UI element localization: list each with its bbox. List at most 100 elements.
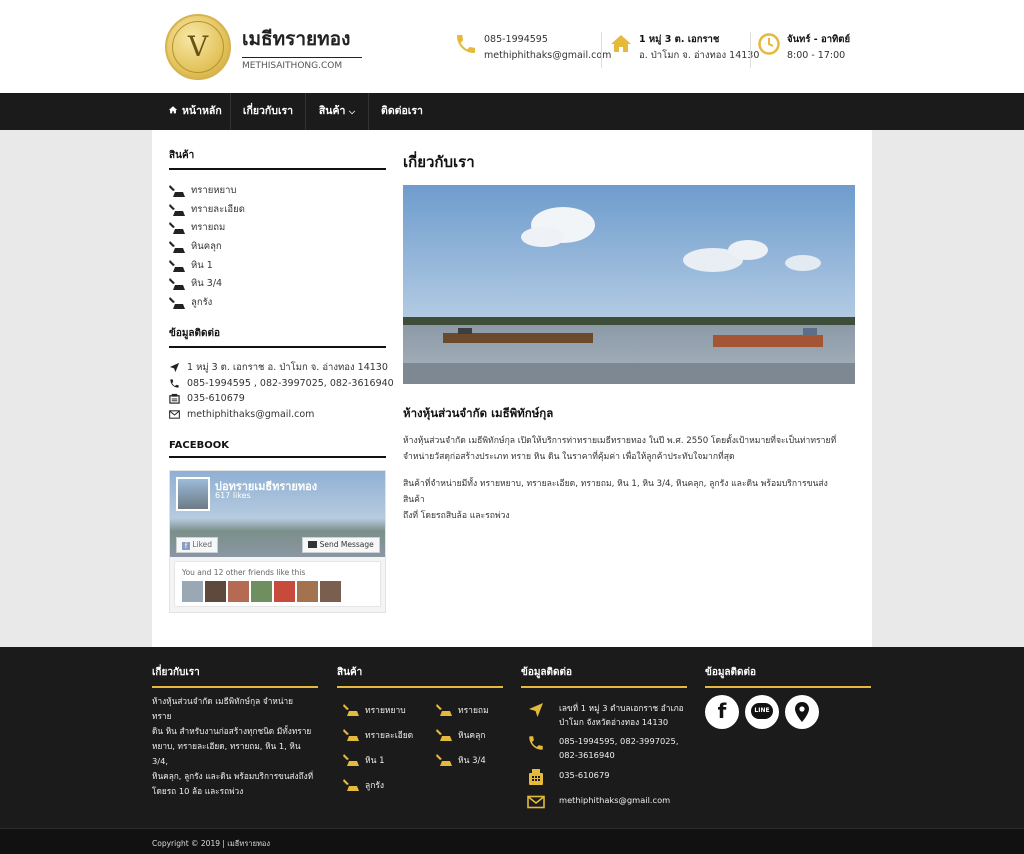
chevron-down-icon: ⌵ xyxy=(349,107,356,116)
footer-about-line: โดยรถ 10 ล้อ และรถพ่วง xyxy=(152,786,244,796)
clock-icon xyxy=(758,33,780,55)
map-pin-glyph xyxy=(795,702,809,722)
excavator-icon xyxy=(343,729,359,741)
nav-products[interactable]: สินค้า ⌵ xyxy=(306,93,368,130)
footer-product-link[interactable]: ทรายถม xyxy=(436,704,489,718)
about-paragraph-line: ห้างหุ้นส่วนจำกัด เมธีพิทักษ์กุล เปิดให้… xyxy=(403,436,837,446)
footer-contact-email[interactable]: methiphithaks@gmail.com xyxy=(527,793,697,809)
sidebar-product-label: ทรายหยาบ xyxy=(191,185,237,196)
main-content-area: สินค้า ทรายหยาบ ทรายละเอียด ทรายถม หินคล… xyxy=(152,130,872,647)
nav-about[interactable]: เกี่ยวกับเรา xyxy=(231,93,305,130)
footer-product-label: ทรายหยาบ xyxy=(365,706,406,716)
site-header: V เมธีทรายทอง METHISAITHONG.COM 085-1994… xyxy=(0,0,1024,93)
footer-product-link[interactable]: หินคลุก xyxy=(436,729,485,743)
site-title[interactable]: เมธีทรายทอง xyxy=(242,24,350,54)
excavator-icon xyxy=(169,241,185,254)
footer-product-label: หิน 1 xyxy=(365,756,385,766)
facebook-icon[interactable]: f xyxy=(705,695,739,729)
excavator-icon xyxy=(169,222,185,235)
sidebar-product-item[interactable]: ลูกรัง xyxy=(169,294,245,313)
nav-contact[interactable]: ติดต่อเรา xyxy=(369,93,435,130)
avatar[interactable] xyxy=(251,581,272,602)
footer-product-label: ลูกรัง xyxy=(365,781,385,791)
footer-contact-fax: 035-610679 xyxy=(527,768,697,785)
facebook-liked-button[interactable]: f Liked xyxy=(176,537,218,553)
sidebar-email-text: methiphithaks@gmail.com xyxy=(187,408,315,420)
nav-home-label: หน้าหลัก xyxy=(181,105,222,117)
facebook-send-message-button[interactable]: Send Message xyxy=(302,537,380,553)
footer-product-link[interactable]: ทรายหยาบ xyxy=(343,704,406,718)
excavator-icon xyxy=(169,297,185,310)
footer-contact-phone[interactable]: 085-1994595, 082-3997025, 082-3616940 xyxy=(527,734,697,762)
sidebar-product-item[interactable]: ทรายถม xyxy=(169,219,245,238)
envelope-icon xyxy=(169,409,180,419)
facebook-page-widget[interactable]: บ่อทรายเมธีทรายทอง 617 likes f Liked Sen… xyxy=(169,470,386,613)
footer-phone-line: 085-1994595, 082-3997025, xyxy=(559,736,679,746)
sidebar-product-label: หินคลุก xyxy=(191,241,222,253)
facebook-page-thumbnail[interactable] xyxy=(176,477,210,511)
excavator-icon xyxy=(343,704,359,716)
facebook-cover-photo: บ่อทรายเมธีทรายทอง 617 likes f Liked Sen… xyxy=(170,471,385,557)
excavator-icon xyxy=(343,779,359,791)
avatar[interactable] xyxy=(228,581,249,602)
avatar[interactable] xyxy=(205,581,226,602)
nav-home[interactable]: หน้าหลัก xyxy=(160,93,230,130)
phone-icon xyxy=(457,35,475,53)
avatar[interactable] xyxy=(297,581,318,602)
sidebar-contact-phone[interactable]: 085-1994595 , 082-3997025, 082-3616940 xyxy=(169,376,394,392)
facebook-send-label: Send Message xyxy=(319,540,374,549)
header-email[interactable]: methiphithaks@gmail.com xyxy=(484,48,611,64)
logo-letter: V xyxy=(187,30,209,63)
messenger-icon xyxy=(308,541,318,548)
site-logo[interactable]: V xyxy=(165,14,231,80)
footer-bottom-bar: Copyright © 2019 | เมธีทรายทอง xyxy=(0,828,1024,854)
excavator-icon xyxy=(169,278,185,291)
copyright-text: Copyright © 2019 | เมธีทรายทอง xyxy=(152,839,271,848)
facebook-logo-icon: f xyxy=(181,542,190,550)
facebook-like-count: 617 likes xyxy=(215,491,251,500)
avatar[interactable] xyxy=(320,581,341,602)
sidebar-contact-email[interactable]: methiphithaks@gmail.com xyxy=(169,407,394,423)
sidebar-contact-heading: ข้อมูลติดต่อ xyxy=(169,326,386,348)
footer-phone-line: 082-3616940 xyxy=(559,750,615,760)
map-pin-icon[interactable] xyxy=(785,695,819,729)
footer-product-link[interactable]: ลูกรัง xyxy=(343,779,384,793)
avatar[interactable] xyxy=(274,581,295,602)
about-paragraph-line: ถึงที่ โดยรถสิบล้อ และรถพ่วง xyxy=(403,511,510,521)
sidebar-product-item[interactable]: ทรายหยาบ xyxy=(169,182,245,201)
header-address-line2: อ. ป่าโมก จ. อ่างทอง 14130 xyxy=(639,50,760,61)
excavator-icon xyxy=(436,704,452,716)
about-paragraph-1: ห้างหุ้นส่วนจำกัด เมธีพิทักษ์กุล เปิดให้… xyxy=(403,433,843,465)
footer-product-label: หิน 3/4 xyxy=(458,756,486,766)
excavator-icon xyxy=(343,754,359,766)
footer-product-link[interactable]: ทรายละเอียด xyxy=(343,729,413,743)
river-sand-dredge-image xyxy=(403,185,855,384)
header-phone[interactable]: 085-1994595 xyxy=(484,32,611,48)
footer-product-link[interactable]: หิน 1 xyxy=(343,754,385,768)
avatar[interactable] xyxy=(182,581,203,602)
footer-fax-text: 035-610679 xyxy=(559,770,610,780)
header-divider xyxy=(750,32,751,68)
excavator-icon xyxy=(169,185,185,197)
phone-icon xyxy=(170,378,179,388)
footer-product-link[interactable]: หิน 3/4 xyxy=(436,754,486,768)
sidebar-product-item[interactable]: หิน 1 xyxy=(169,257,245,276)
sidebar-address-text: 1 หมู่ 3 ต. เอกราช อ. ป่าโมก จ. อ่างทอง … xyxy=(187,362,388,373)
sidebar-facebook-heading: FACEBOOK xyxy=(169,440,386,458)
nav-products-label: สินค้า xyxy=(318,105,346,117)
header-hours-days: จันทร์ - อาทิตย์ xyxy=(787,34,851,45)
page-title: เกี่ยวกับเรา xyxy=(403,153,475,171)
main-nav: หน้าหลัก เกี่ยวกับเรา สินค้า ⌵ ติดต่อเรา xyxy=(0,93,1024,130)
footer-social-heading: ข้อมูลติดต่อ xyxy=(705,665,871,688)
excavator-icon xyxy=(169,259,185,272)
sidebar-product-list: ทรายหยาบ ทรายละเอียด ทรายถม หินคลุก หิน … xyxy=(169,182,245,313)
footer-product-label: ทรายถม xyxy=(458,706,489,716)
sidebar-phone-text: 085-1994595 , 082-3997025, 082-3616940 xyxy=(187,377,394,389)
line-icon[interactable]: LINE xyxy=(745,695,779,729)
sidebar-product-item[interactable]: หิน 3/4 xyxy=(169,275,245,294)
sidebar-product-item[interactable]: ทรายละเอียด xyxy=(169,201,245,220)
site-domain: METHISAITHONG.COM xyxy=(242,57,362,71)
footer-address-line: เลขที่ 1 หมู่ 3 ตำบลเอกราช อำเภอ xyxy=(559,703,684,713)
home-icon xyxy=(169,106,178,114)
sidebar-product-item[interactable]: หินคลุก xyxy=(169,238,245,257)
